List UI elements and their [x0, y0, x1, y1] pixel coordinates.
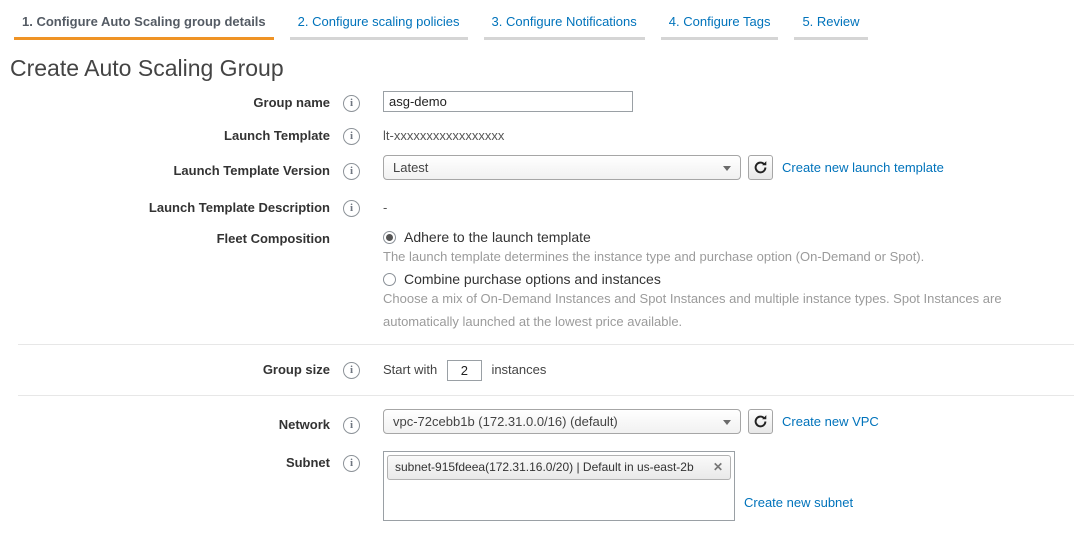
info-icon[interactable]: i [343, 362, 360, 379]
network-value: vpc-72cebb1b (172.31.0.0/16) (default) [393, 414, 618, 429]
group-size-label: Group size [0, 358, 330, 377]
fleet-composition-label: Fleet Composition [0, 227, 330, 246]
group-name-label: Group name [0, 91, 330, 110]
create-new-vpc-link[interactable]: Create new VPC [782, 409, 879, 434]
network-select[interactable]: vpc-72cebb1b (172.31.0.0/16) (default) [383, 409, 741, 434]
fleet-option-adhere-label: Adhere to the launch template [404, 229, 591, 245]
info-icon[interactable]: i [343, 455, 360, 472]
fleet-composition-row: Fleet Composition Adhere to the launch t… [0, 227, 1074, 333]
subnet-multiselect[interactable]: subnet-915fdeea(172.31.16.0/20) | Defaul… [383, 451, 735, 521]
subnet-row: Subnet i subnet-915fdeea(172.31.16.0/20)… [0, 451, 1074, 521]
fleet-option-adhere-help: The launch template determines the insta… [383, 245, 1035, 268]
refresh-launch-template-version-button[interactable] [748, 155, 773, 180]
divider [18, 395, 1074, 396]
network-row: Network i vpc-72cebb1b (172.31.0.0/16) (… [0, 409, 1074, 434]
fleet-option-combine[interactable]: Combine purchase options and instances [383, 271, 1035, 287]
launch-template-description-label: Launch Template Description [0, 196, 330, 215]
tab-review[interactable]: 5. Review [794, 10, 867, 40]
group-name-row: Group name i [0, 91, 1074, 112]
launch-template-label: Launch Template [0, 124, 330, 143]
launch-template-description-row: Launch Template Description i - [0, 196, 1074, 215]
fleet-option-combine-help: Choose a mix of On-Demand Instances and … [383, 287, 1035, 333]
radio-selected-icon[interactable] [383, 231, 396, 244]
chevron-down-icon [723, 420, 731, 425]
info-icon[interactable]: i [343, 200, 360, 217]
create-new-launch-template-link[interactable]: Create new launch template [782, 155, 944, 180]
fleet-option-adhere[interactable]: Adhere to the launch template [383, 229, 1035, 245]
subnet-chip: subnet-915fdeea(172.31.16.0/20) | Defaul… [387, 455, 731, 480]
launch-template-value: lt-xxxxxxxxxxxxxxxxx [383, 124, 504, 143]
fleet-option-combine-label: Combine purchase options and instances [404, 271, 661, 287]
launch-template-version-label: Launch Template Version [0, 155, 330, 178]
refresh-icon [753, 160, 768, 175]
subnet-chip-label: subnet-915fdeea(172.31.16.0/20) | Defaul… [395, 460, 694, 474]
remove-icon[interactable]: ✕ [713, 461, 723, 473]
create-new-subnet-link[interactable]: Create new subnet [744, 490, 853, 515]
launch-template-version-value: Latest [393, 160, 428, 175]
subnet-label: Subnet [0, 451, 330, 470]
network-label: Network [0, 409, 330, 432]
group-size-prefix: Start with [383, 362, 437, 377]
launch-template-description-value: - [383, 196, 387, 215]
info-icon[interactable]: i [343, 128, 360, 145]
launch-template-version-select[interactable]: Latest [383, 155, 741, 180]
tab-configure-tags[interactable]: 4. Configure Tags [661, 10, 779, 40]
launch-template-row: Launch Template i lt-xxxxxxxxxxxxxxxxx [0, 124, 1074, 143]
launch-template-version-row: Launch Template Version i Latest Create … [0, 155, 1074, 180]
wizard-tabs: 1. Configure Auto Scaling group details … [0, 0, 1074, 40]
group-size-input[interactable] [447, 360, 482, 381]
tab-configure-scaling-policies[interactable]: 2. Configure scaling policies [290, 10, 468, 40]
info-icon[interactable]: i [343, 417, 360, 434]
page-title: Create Auto Scaling Group [10, 55, 1074, 82]
radio-unselected-icon[interactable] [383, 273, 396, 286]
refresh-icon [753, 414, 768, 429]
group-name-input[interactable] [383, 91, 633, 112]
tab-configure-notifications[interactable]: 3. Configure Notifications [484, 10, 645, 40]
chevron-down-icon [723, 166, 731, 171]
info-icon[interactable]: i [343, 163, 360, 180]
group-size-row: Group size i Start with instances [0, 345, 1074, 395]
tab-configure-asg-details[interactable]: 1. Configure Auto Scaling group details [14, 10, 274, 40]
refresh-network-button[interactable] [748, 409, 773, 434]
group-size-suffix: instances [491, 362, 546, 377]
info-icon[interactable]: i [343, 95, 360, 112]
